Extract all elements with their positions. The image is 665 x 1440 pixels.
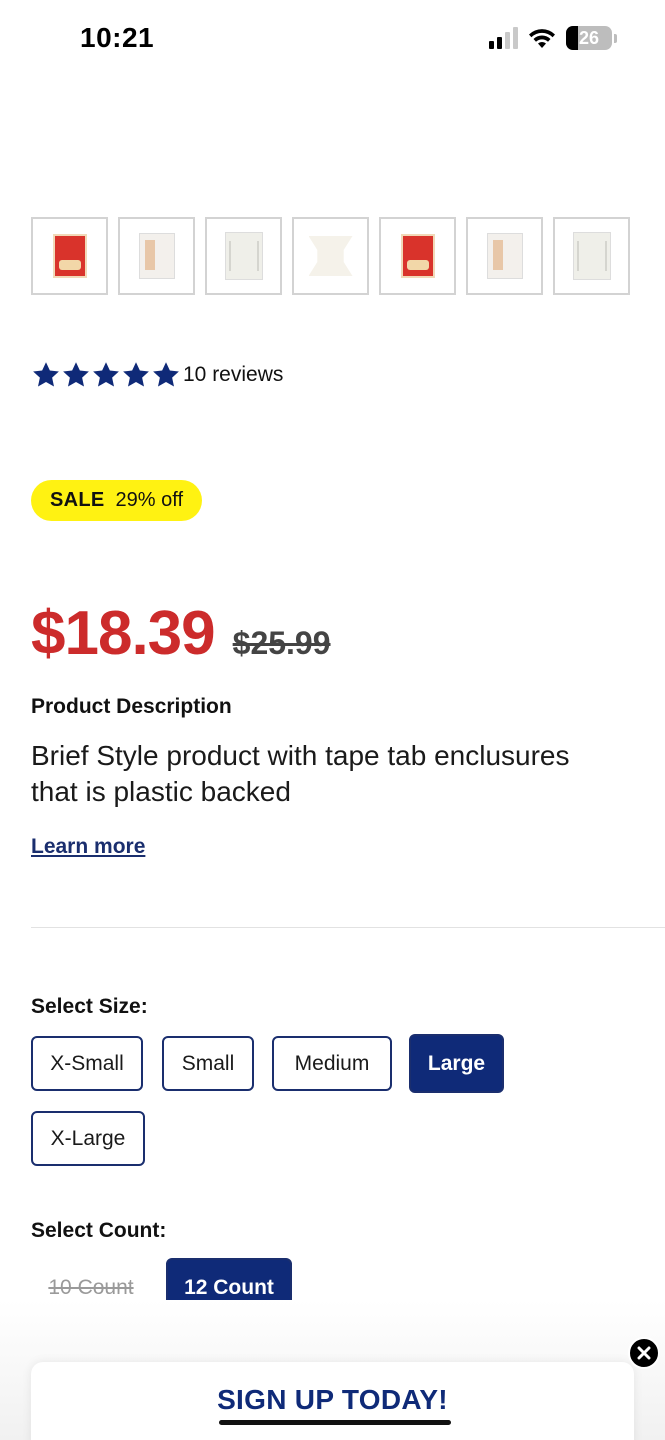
sale-badge: SALE 29% off [31, 480, 203, 521]
reviews-link[interactable]: 10 reviews [183, 363, 283, 387]
sale-label: SALE [50, 489, 105, 511]
sale-discount: 29% off [115, 489, 184, 511]
size-option-large[interactable]: Large [409, 1034, 504, 1093]
thumbnail-4[interactable] [292, 217, 369, 295]
learn-more-link[interactable]: Learn more [31, 835, 145, 859]
select-count-label: Select Count: [31, 1219, 167, 1242]
divider [31, 927, 665, 928]
product-package-side-icon [486, 233, 523, 279]
status-time: 10:21 [80, 22, 155, 53]
thumbnail-1[interactable] [31, 217, 108, 295]
product-package-back-icon [572, 232, 611, 280]
product-thumbnails [31, 217, 630, 295]
close-banner-button[interactable] [628, 1337, 660, 1369]
select-size-label: Select Size: [31, 995, 148, 1018]
status-bar: 10:21 26 [0, 0, 665, 80]
wifi-icon [529, 29, 555, 48]
size-option-small[interactable]: Small [162, 1036, 254, 1091]
signup-banner[interactable]: SIGN UP TODAY! [31, 1362, 634, 1440]
status-icons: 26 [489, 26, 617, 50]
signup-button[interactable]: SIGN UP TODAY! [31, 1384, 634, 1416]
current-price: $18.39 [31, 599, 216, 668]
star-icon [33, 362, 59, 387]
original-price: $25.99 [232, 625, 331, 661]
description-body: Brief Style product with tape tab enclus… [31, 740, 570, 807]
battery-icon: 26 [566, 26, 612, 50]
battery-level: 26 [578, 27, 600, 48]
product-package-side-icon [138, 233, 175, 279]
size-option-x-large[interactable]: X-Large [31, 1111, 145, 1166]
star-icon [93, 362, 119, 387]
size-option-medium[interactable]: Medium [272, 1036, 392, 1091]
thumbnail-3[interactable] [205, 217, 282, 295]
size-option-x-small[interactable]: X-Small [31, 1036, 143, 1091]
description-title: Product Description [31, 695, 232, 718]
thumbnail-6[interactable] [466, 217, 543, 295]
product-package-front-icon [400, 234, 435, 278]
price-block: $18.39 $25.99 [31, 598, 331, 669]
thumbnail-2[interactable] [118, 217, 195, 295]
cellular-signal-icon [489, 27, 518, 49]
thumbnail-7[interactable] [553, 217, 630, 295]
star-icon [63, 362, 89, 387]
star-icon [153, 362, 179, 387]
product-package-front-icon [52, 234, 87, 278]
product-rating[interactable]: 10 reviews [31, 360, 283, 390]
battery-nub [614, 33, 617, 43]
product-brief-icon [308, 236, 353, 276]
signup-underline [219, 1420, 451, 1425]
thumbnail-5[interactable] [379, 217, 456, 295]
product-package-back-icon [224, 232, 263, 280]
star-icon [123, 362, 149, 387]
close-icon [637, 1346, 651, 1360]
